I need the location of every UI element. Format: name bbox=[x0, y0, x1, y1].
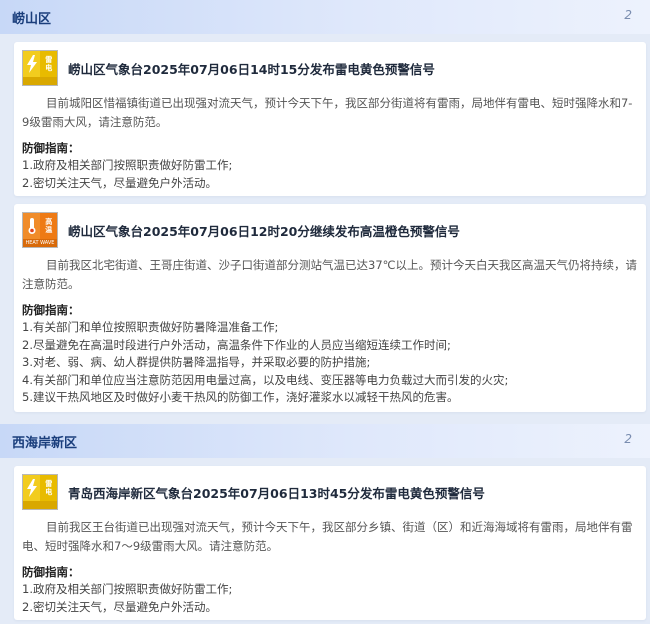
guide-title: 防御指南： bbox=[22, 565, 80, 579]
badge-char: 电 bbox=[45, 64, 53, 72]
region-header-laoshan: 崂山区 2 bbox=[0, 0, 650, 34]
warning-title[interactable]: 崂山区气象台2025年07月06日12时20分继续发布高温橙色预警信号 bbox=[68, 221, 460, 240]
warning-title[interactable]: 青岛西海岸新区气象台2025年07月06日13时45分发布雷电黄色预警信号 bbox=[68, 483, 485, 502]
badge-sub bbox=[23, 77, 57, 85]
guide-item: 3.对老、弱、病、幼人群提供防暑降温指导，并采取必要的防护措施; bbox=[22, 355, 371, 369]
badge-char: 高 bbox=[45, 218, 53, 226]
warning-count: 2 bbox=[624, 8, 632, 22]
warning-title[interactable]: 崂山区气象台2025年07月06日14时15分发布雷电黄色预警信号 bbox=[68, 59, 435, 78]
region-header-xihaian: 西海岸新区 2 bbox=[0, 424, 650, 458]
heat-icon bbox=[23, 213, 41, 239]
badge-sub: HEAT WAVE bbox=[23, 239, 57, 247]
card-header: 雷 电 崂山区气象台2025年07月06日14时15分发布雷电黄色预警信号 bbox=[22, 50, 435, 86]
warning-description: 目前城阳区惜福镇街道已出现强对流天气，预计今天下午，我区部分街道将有雷雨，局地伴… bbox=[22, 96, 633, 129]
warning-description: 目前我区王台街道已出现强对流天气，预计今天下午，我区部分乡镇、街道（区）和近海海… bbox=[22, 520, 633, 553]
badge-char: 温 bbox=[45, 226, 53, 234]
lightning-icon bbox=[23, 51, 41, 77]
warning-card[interactable]: 雷 电 青岛西海岸新区气象台2025年07月06日13时45分发布雷电黄色预警信… bbox=[14, 466, 646, 620]
badge-sub bbox=[23, 501, 57, 509]
warning-card[interactable]: 高 温 HEAT WAVE 崂山区气象台2025年07月06日12时20分继续发… bbox=[14, 204, 646, 412]
heat-orange-badge: 高 温 HEAT WAVE bbox=[22, 212, 58, 248]
guide-item: 5.建议干热风地区及时做好小麦干热风的防御工作，浇好灌浆水以减轻干热风的危害。 bbox=[22, 390, 459, 404]
guide-title: 防御指南： bbox=[22, 303, 80, 317]
lightning-yellow-badge: 雷 电 bbox=[22, 50, 58, 86]
guide-item: 1.政府及相关部门按照职责做好防雷工作; bbox=[22, 158, 233, 172]
warning-count: 2 bbox=[624, 432, 632, 446]
lightning-yellow-badge: 雷 电 bbox=[22, 474, 58, 510]
guide-item: 1.有关部门和单位按照职责做好防暑降温准备工作; bbox=[22, 320, 279, 334]
warning-card[interactable]: 雷 电 崂山区气象台2025年07月06日14时15分发布雷电黄色预警信号 目前… bbox=[14, 42, 646, 196]
region-name: 西海岸新区 bbox=[12, 435, 78, 451]
lightning-icon bbox=[23, 475, 41, 501]
guide-item: 2.尽量避免在高温时段进行户外活动，高温条件下作业的人员应当缩短连续工作时间; bbox=[22, 337, 451, 352]
badge-char: 雷 bbox=[45, 480, 53, 488]
warning-description: 目前我区北宅街道、王哥庄街道、沙子口街道部分测站气温已达37℃以上。预计今天白天… bbox=[22, 258, 638, 291]
badge-char: 雷 bbox=[45, 56, 53, 64]
card-header: 高 温 HEAT WAVE 崂山区气象台2025年07月06日12时20分继续发… bbox=[22, 212, 460, 248]
guide-title: 防御指南： bbox=[22, 141, 80, 155]
region-name: 崂山区 bbox=[12, 11, 52, 27]
card-header: 雷 电 青岛西海岸新区气象台2025年07月06日13时45分发布雷电黄色预警信… bbox=[22, 474, 485, 510]
guide-item: 2.密切关注天气，尽量避免户外活动。 bbox=[22, 599, 217, 614]
guide-item: 1.政府及相关部门按照职责做好防雷工作; bbox=[22, 582, 233, 596]
badge-char: 电 bbox=[45, 488, 53, 496]
guide-item: 2.密切关注天气，尽量避免户外活动。 bbox=[22, 175, 217, 190]
guide-item: 4.有关部门和单位应当注意防范因用电量过高，以及电线、变压器等电力负载过大而引发… bbox=[22, 372, 509, 387]
